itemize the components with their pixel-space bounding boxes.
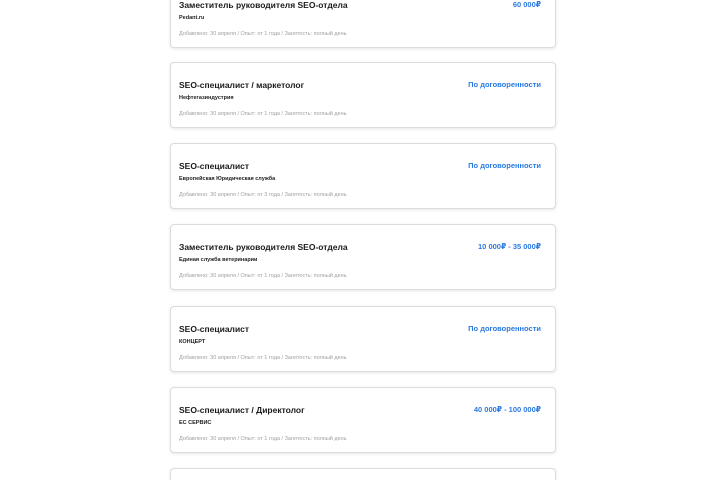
vacancy-company: Pedant.ru xyxy=(179,15,205,21)
vacancy-company: Нефтегазиндустрия xyxy=(179,95,234,101)
vacancy-company: Единая служба ветеринарии xyxy=(179,257,258,263)
vacancy-title[interactable]: Заместитель руководителя SEO-отдела xyxy=(179,0,348,10)
vacancy-list: Заместитель руководителя SEO-отдела Peda… xyxy=(0,0,720,480)
vacancy-salary: 60 000₽ xyxy=(512,0,541,9)
vacancy-salary: По договоренности xyxy=(468,324,541,333)
vacancy-salary: По договоренности xyxy=(468,80,541,89)
vacancy-meta: Добавлено: 30 апреля / Опыт: от 1 года /… xyxy=(179,436,347,442)
vacancy-meta: Добавлено: 30 апреля / Опыт: от 1 года /… xyxy=(179,111,347,117)
vacancy-card[interactable]: SEO-специалист Европейская Юридическая с… xyxy=(170,143,556,209)
vacancy-meta: Добавлено: 30 апреля / Опыт: от 1 года /… xyxy=(179,273,347,279)
vacancy-meta: Добавлено: 30 апреля / Опыт: от 1 года /… xyxy=(179,31,347,37)
vacancy-salary: 40 000₽ - 100 000₽ xyxy=(473,405,541,414)
vacancy-meta: Добавлено: 30 апреля / Опыт: от 1 года /… xyxy=(179,355,347,361)
vacancy-meta: Добавлено: 30 апреля / Опыт: от 3 года /… xyxy=(179,192,347,198)
vacancy-title[interactable]: SEO-специалист / Директолог xyxy=(179,405,305,415)
vacancy-salary: 10 000₽ - 35 000₽ xyxy=(478,242,541,251)
vacancy-card[interactable]: Заместитель руководителя SEO-отдела Един… xyxy=(170,224,556,290)
vacancy-card[interactable]: SEO-специалист / Директолог ЕС СЕРВИС До… xyxy=(170,387,556,453)
vacancy-company: ЕС СЕРВИС xyxy=(179,420,212,426)
vacancy-title[interactable]: SEO-специалист / маркетолог xyxy=(179,80,304,90)
vacancy-company: КОНЦЕРТ xyxy=(179,339,206,345)
vacancy-title[interactable]: Заместитель руководителя SEO-отдела xyxy=(179,242,348,252)
vacancy-title[interactable]: SEO-специалист xyxy=(179,324,249,334)
vacancy-card[interactable]: SEO-специалист / маркетолог Нефтегазинду… xyxy=(170,62,556,128)
vacancy-salary: По договоренности xyxy=(468,161,541,170)
vacancy-company: Европейская Юридическая служба xyxy=(179,176,276,182)
vacancy-card-partial[interactable] xyxy=(170,468,556,480)
vacancy-card[interactable]: SEO-специалист КОНЦЕРТ Добавлено: 30 апр… xyxy=(170,306,556,372)
vacancy-card[interactable]: Заместитель руководителя SEO-отдела Peda… xyxy=(170,0,556,48)
vacancy-title[interactable]: SEO-специалист xyxy=(179,161,249,171)
